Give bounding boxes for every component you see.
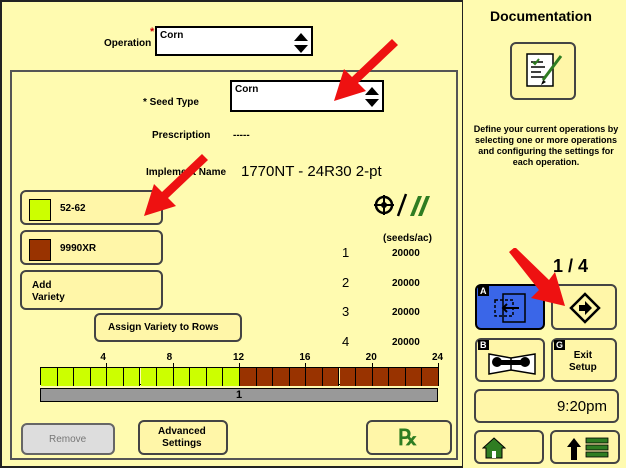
rate-row-value: 20000 — [392, 278, 420, 289]
row-tick-label: 16 — [299, 352, 311, 363]
remove-button[interactable]: Remove — [21, 423, 115, 455]
implement-name-value: 1770NT - 24R30 2-pt — [241, 163, 382, 180]
operation-value: Corn — [160, 30, 184, 41]
row-cell[interactable] — [422, 368, 439, 386]
row-cell[interactable] — [140, 368, 158, 386]
row-tick-label: 8 — [166, 352, 173, 363]
row-cell[interactable] — [256, 368, 274, 386]
previous-page-icon — [494, 293, 526, 323]
variety-label: 52-62 — [60, 203, 86, 214]
assign-variety-label: Assign Variety to Rows — [108, 322, 219, 333]
row-tick-label: 12 — [233, 352, 245, 363]
variety-button-52-62[interactable]: 52-62 — [20, 190, 163, 225]
row-cell[interactable] — [223, 368, 240, 386]
target-rate-icon — [374, 193, 430, 217]
row-cell[interactable] — [90, 368, 108, 386]
row-cell[interactable] — [322, 368, 340, 386]
section-label: 1 — [236, 389, 243, 401]
row-tick-label: 24 — [432, 352, 444, 363]
rate-row-value: 20000 — [392, 307, 420, 318]
exit-setup-button[interactable]: G Exit Setup — [551, 338, 617, 382]
row-cell[interactable] — [190, 368, 207, 386]
variety-button-9990xr[interactable]: 9990XR — [20, 230, 163, 265]
home-button[interactable] — [474, 430, 544, 464]
row-assignment-bar[interactable] — [40, 367, 439, 386]
menu-up-icon — [567, 437, 609, 460]
row-cell[interactable] — [206, 368, 224, 386]
clock-display: 9:20pm — [474, 389, 619, 423]
row-cell[interactable] — [356, 368, 373, 386]
screen-title: Documentation — [490, 8, 592, 24]
section-bar: 1 — [40, 388, 438, 402]
menu-button[interactable] — [550, 430, 620, 464]
rate-row-number: 1 — [342, 245, 350, 260]
advanced-settings-button[interactable]: Advanced Settings — [138, 420, 228, 455]
add-variety-button[interactable]: Add Variety — [20, 270, 163, 310]
document-edit-icon — [526, 53, 563, 87]
prescription-rx-button[interactable]: ℞ — [366, 420, 452, 455]
row-cell[interactable] — [289, 368, 307, 386]
rate-row-number: 3 — [342, 304, 350, 319]
row-tick-label: 20 — [365, 352, 377, 363]
rate-row-value: 20000 — [392, 337, 420, 348]
rate-row-number: 4 — [342, 334, 350, 349]
variety-color-swatch — [29, 239, 51, 261]
add-variety-label: Add Variety — [32, 280, 65, 303]
dropdown-arrows-icon — [294, 33, 308, 53]
assign-variety-button[interactable]: Assign Variety to Rows — [94, 313, 242, 342]
rx-icon: ℞ — [398, 425, 418, 450]
row-cell[interactable] — [107, 368, 124, 386]
advanced-settings-label: Advanced Settings — [158, 426, 206, 449]
key-label-g: G — [554, 340, 566, 350]
implement-name-label: Implement Name — [146, 167, 227, 178]
seed-type-label: * Seed Type — [143, 97, 199, 108]
row-cell[interactable] — [306, 368, 323, 386]
operation-dropdown[interactable]: Corn — [155, 26, 313, 56]
rate-units-header: (seeds/ac) — [383, 233, 432, 244]
seed-type-value: Corn — [235, 84, 259, 95]
row-cell[interactable] — [372, 368, 390, 386]
row-cell[interactable] — [157, 368, 174, 386]
row-tick-label: 4 — [100, 352, 106, 363]
row-cell[interactable] — [41, 368, 58, 386]
row-cell[interactable] — [123, 368, 141, 386]
row-cell[interactable] — [273, 368, 290, 386]
row-cell[interactable] — [173, 368, 191, 386]
row-cell[interactable] — [339, 368, 357, 386]
key-label-a: A — [478, 286, 489, 296]
manual-wrench-icon — [488, 353, 536, 375]
time-value: 9:20pm — [556, 398, 607, 415]
variety-color-swatch — [29, 199, 51, 221]
operation-label: Operation — [104, 38, 152, 49]
documentation-icon-button[interactable] — [510, 42, 576, 100]
remove-label: Remove — [49, 434, 87, 445]
softkey-a-button[interactable]: A — [475, 284, 545, 330]
prescription-value: ----- — [233, 130, 250, 141]
row-cell[interactable] — [74, 368, 91, 386]
row-cell[interactable] — [240, 368, 257, 386]
screen-description: Define your current operations by select… — [473, 124, 619, 167]
rate-row-value: 20000 — [392, 248, 420, 259]
dropdown-arrows-icon — [365, 87, 379, 107]
required-asterisk: * — [150, 26, 155, 38]
next-page-button[interactable] — [551, 284, 617, 330]
prescription-label: Prescription — [152, 130, 211, 141]
row-cell[interactable] — [389, 368, 406, 386]
row-cell[interactable] — [57, 368, 75, 386]
variety-label: 9990XR — [60, 243, 97, 254]
sidebar-divider — [462, 0, 463, 468]
rate-row-number: 2 — [342, 275, 350, 290]
seed-type-dropdown[interactable]: Corn — [230, 80, 384, 112]
home-icon — [482, 437, 506, 459]
page-indicator: 1 / 4 — [553, 256, 589, 276]
exit-setup-label: Exit Setup — [569, 350, 597, 373]
next-page-icon — [569, 292, 601, 324]
row-cell[interactable] — [405, 368, 423, 386]
softkey-b-button[interactable]: B — [475, 338, 545, 382]
